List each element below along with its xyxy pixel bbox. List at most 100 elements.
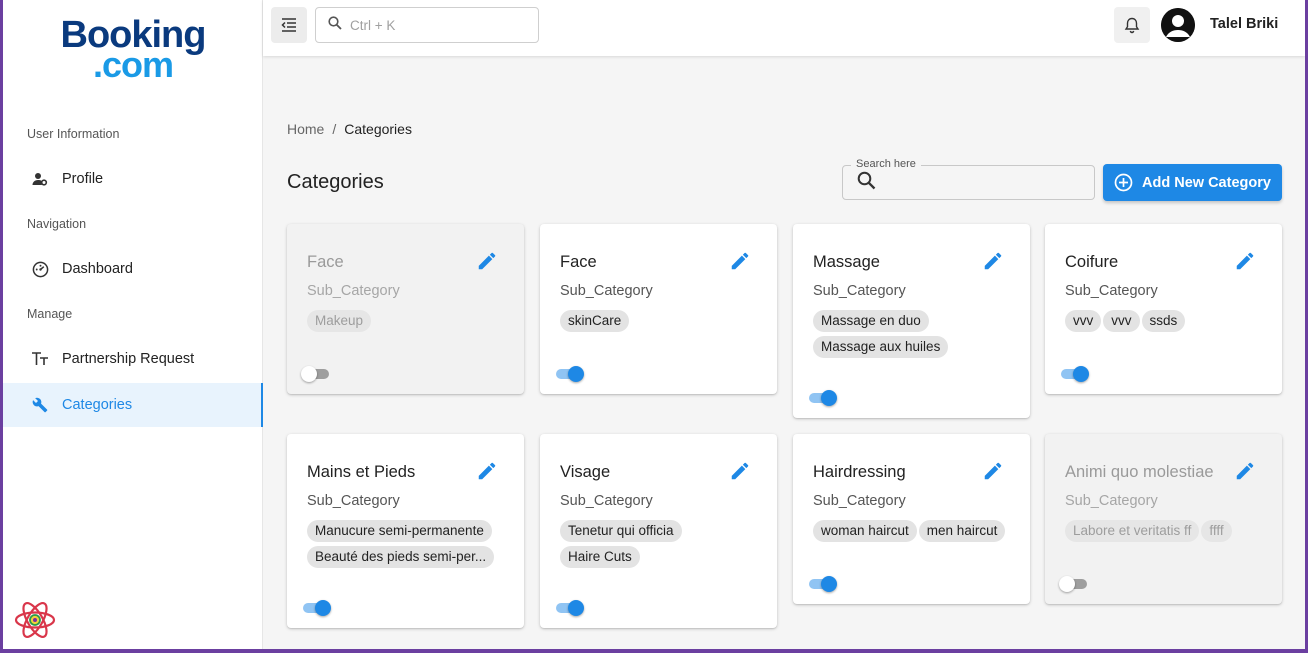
category-status-toggle[interactable] bbox=[807, 388, 837, 408]
sidebar-item-profile[interactable]: Profile bbox=[3, 157, 262, 201]
breadcrumb: Home / Categories bbox=[287, 121, 412, 137]
subcategory-chip[interactable]: Labore et veritatis ff bbox=[1065, 520, 1200, 542]
search-label: Search here bbox=[851, 158, 921, 170]
section-label-manage: Manage bbox=[27, 307, 73, 321]
category-card: Visage Sub_Category Tenetur qui officia Hai… bbox=[540, 434, 777, 628]
toggle-thumb bbox=[568, 600, 584, 616]
subcategory-chip[interactable]: vvv bbox=[1065, 310, 1102, 332]
subcategory-chip[interactable]: Manucure semi-permanente bbox=[307, 520, 492, 542]
category-title: Face bbox=[307, 253, 344, 271]
category-status-toggle[interactable] bbox=[301, 598, 331, 618]
subcategory-chip[interactable]: ssds bbox=[1141, 310, 1186, 332]
subcategory-label: Sub_Category bbox=[560, 283, 653, 299]
section-label-navigation: Navigation bbox=[27, 217, 87, 231]
menu-collapse-icon bbox=[281, 18, 296, 32]
add-circle-icon bbox=[1114, 173, 1133, 192]
category-title: Massage bbox=[813, 253, 880, 271]
sidebar-item-label: Partnership Request bbox=[62, 351, 195, 367]
category-card: Face Sub_Category Makeup bbox=[287, 224, 524, 394]
subcategory-chip[interactable]: Massage en duo bbox=[813, 310, 929, 332]
page-title: Categories bbox=[287, 171, 384, 193]
subcategory-label: Sub_Category bbox=[560, 493, 653, 509]
subcategory-chip[interactable]: skinCare bbox=[560, 310, 630, 332]
subcategory-chip[interactable]: Makeup bbox=[307, 310, 372, 332]
edit-pencil-icon[interactable] bbox=[476, 250, 498, 272]
toggle-thumb bbox=[821, 390, 837, 406]
edit-pencil-icon[interactable] bbox=[982, 250, 1004, 272]
category-card: Animi quo molestiae Sub_Category Labore et… bbox=[1045, 434, 1282, 604]
search-icon bbox=[328, 15, 342, 35]
category-status-toggle[interactable] bbox=[554, 598, 584, 618]
subcategory-chips: Manucure semi-permanente Beauté des pieds… bbox=[307, 520, 508, 568]
category-search[interactable]: Search here bbox=[842, 158, 1095, 200]
category-status-toggle[interactable] bbox=[301, 364, 331, 384]
breadcrumb-home[interactable]: Home bbox=[287, 121, 324, 137]
subcategory-label: Sub_Category bbox=[1065, 283, 1158, 299]
subcategory-chips: Massage en duo Massage aux huiles bbox=[813, 310, 1014, 358]
sidebar-item-label: Profile bbox=[62, 171, 104, 187]
subcategory-chip[interactable]: woman haircut bbox=[813, 520, 917, 542]
subcategory-chip[interactable]: Beauté des pieds semi-per... bbox=[307, 546, 495, 568]
edit-pencil-icon[interactable] bbox=[729, 460, 751, 482]
add-button-label: Add New Category bbox=[1142, 174, 1271, 191]
category-card: Massage Sub_Category Massage en duo Massage… bbox=[793, 224, 1030, 418]
subcategory-chips: woman haircut men haircut bbox=[813, 520, 1014, 542]
toggle-thumb bbox=[1059, 576, 1075, 592]
sidebar-item-partnership-request[interactable]: Partnership Request bbox=[3, 337, 262, 381]
toggle-thumb bbox=[821, 576, 837, 592]
edit-pencil-icon[interactable] bbox=[729, 250, 751, 272]
subcategory-chips: skinCare bbox=[560, 310, 761, 332]
text-format-icon bbox=[31, 350, 49, 368]
user-avatar-icon bbox=[1161, 8, 1195, 42]
edit-pencil-icon[interactable] bbox=[1234, 460, 1256, 482]
category-card: Hairdressing Sub_Category woman haircut men… bbox=[793, 434, 1030, 604]
sidebar: Booking .com User Information Profile Na… bbox=[3, 0, 263, 649]
subcategory-chip[interactable]: Tenetur qui officia bbox=[560, 520, 682, 542]
category-status-toggle[interactable] bbox=[1059, 364, 1089, 384]
category-card: Coifure Sub_Category vvv vvv ssds bbox=[1045, 224, 1282, 394]
subcategory-chips: Tenetur qui officia Haire Cuts bbox=[560, 520, 761, 568]
category-search-input[interactable] bbox=[884, 175, 1084, 190]
subcategory-chips: Labore et veritatis ff ffff bbox=[1065, 520, 1266, 542]
avatar[interactable] bbox=[1161, 8, 1195, 42]
user-name[interactable]: Talel Briki bbox=[1210, 16, 1278, 32]
sidebar-item-categories[interactable]: Categories bbox=[3, 383, 263, 427]
edit-pencil-icon[interactable] bbox=[982, 460, 1004, 482]
app-frame: Booking .com User Information Profile Na… bbox=[3, 0, 1305, 649]
toggle-thumb bbox=[1073, 366, 1089, 382]
booking-logo[interactable]: Booking .com bbox=[58, 16, 208, 83]
global-search-input[interactable] bbox=[350, 17, 530, 33]
user-gear-icon bbox=[31, 170, 49, 188]
subcategory-chip[interactable]: vvv bbox=[1103, 310, 1140, 332]
subcategory-chip[interactable]: men haircut bbox=[918, 520, 1006, 542]
react-logo-icon bbox=[13, 598, 57, 642]
breadcrumb-separator: / bbox=[332, 121, 337, 137]
breadcrumb-current: Categories bbox=[344, 121, 412, 137]
category-status-toggle[interactable] bbox=[554, 364, 584, 384]
add-new-category-button[interactable]: Add New Category bbox=[1103, 164, 1282, 201]
subcategory-label: Sub_Category bbox=[307, 283, 400, 299]
edit-pencil-icon[interactable] bbox=[476, 460, 498, 482]
category-title: Coifure bbox=[1065, 253, 1119, 271]
category-status-toggle[interactable] bbox=[1059, 574, 1089, 594]
toggle-thumb bbox=[301, 366, 317, 382]
global-search[interactable] bbox=[315, 7, 539, 43]
category-title: Visage bbox=[560, 463, 611, 481]
subcategory-label: Sub_Category bbox=[1065, 493, 1158, 509]
notifications-button[interactable] bbox=[1114, 7, 1150, 43]
category-card: Mains et Pieds Sub_Category Manucure semi-… bbox=[287, 434, 524, 628]
subcategory-label: Sub_Category bbox=[307, 493, 400, 509]
category-status-toggle[interactable] bbox=[807, 574, 837, 594]
subcategory-chip[interactable]: Haire Cuts bbox=[560, 546, 640, 568]
top-bar: Talel Briki bbox=[263, 0, 1305, 56]
collapse-menu-button[interactable] bbox=[271, 7, 307, 43]
dashboard-icon bbox=[31, 260, 49, 278]
subcategory-chips: vvv vvv ssds bbox=[1065, 310, 1266, 332]
category-title: Face bbox=[560, 253, 597, 271]
subcategory-chip[interactable]: ffff bbox=[1201, 520, 1232, 542]
edit-pencil-icon[interactable] bbox=[1234, 250, 1256, 272]
subcategory-chip[interactable]: Massage aux huiles bbox=[813, 336, 949, 358]
toggle-thumb bbox=[315, 600, 331, 616]
category-title: Mains et Pieds bbox=[307, 463, 416, 481]
sidebar-item-dashboard[interactable]: Dashboard bbox=[3, 247, 262, 291]
